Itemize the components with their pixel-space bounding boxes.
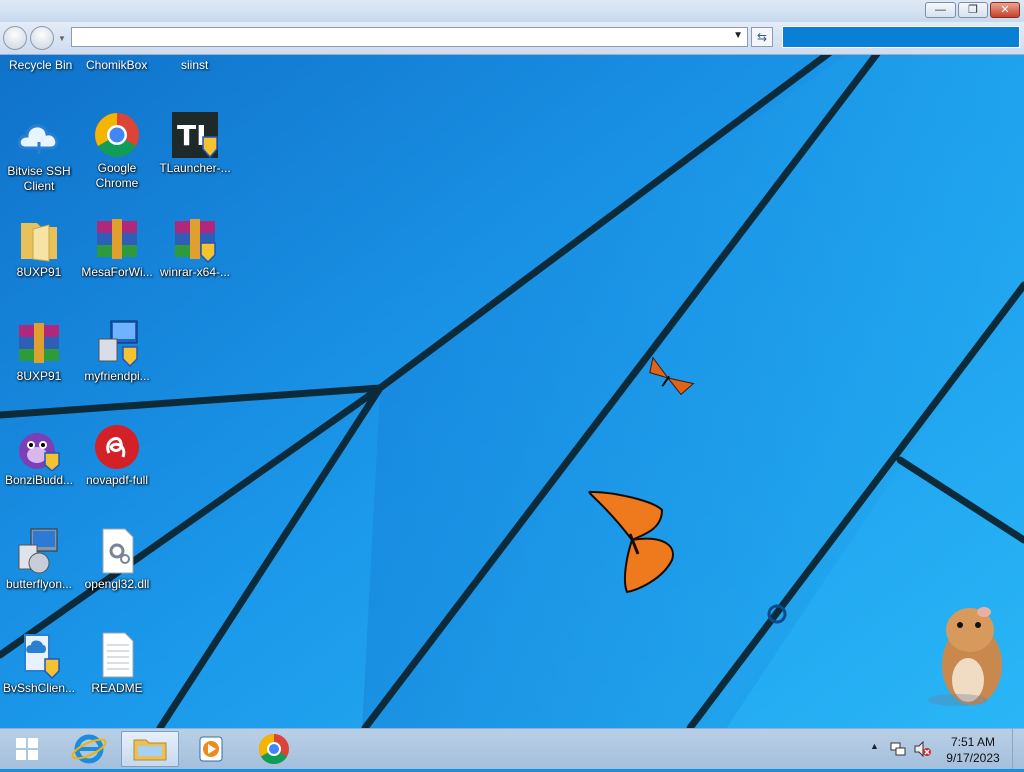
- taskbar-google-chrome[interactable]: [245, 731, 303, 767]
- windows-logo-icon: [16, 738, 38, 760]
- icon-label-line2: Chrome: [95, 176, 139, 190]
- refresh-button[interactable]: ⇆: [751, 27, 773, 47]
- explorer-title-bar: — ❐ ✕: [0, 0, 1024, 23]
- icon-label: README: [91, 681, 143, 695]
- clock-time[interactable]: 7:51 AM: [940, 735, 1006, 749]
- icon-label: TLauncher-...: [159, 161, 231, 175]
- desktop-icon-8uxp91-archive[interactable]: 8UXP91: [1, 319, 77, 384]
- explorer-navigation-bar: ▼ ▼ ⇆: [0, 22, 1024, 55]
- desktop-icon-mesaforwindows[interactable]: MesaForWi...: [79, 215, 155, 280]
- minimize-button[interactable]: —: [925, 2, 956, 18]
- folder-icon: [15, 215, 63, 263]
- desktop-icon-chomikbox[interactable]: ChomikBox: [86, 58, 147, 72]
- icon-label: novapdf-full: [85, 473, 149, 487]
- winrar-icon: [15, 319, 63, 367]
- desktop-icon-google-chrome[interactable]: Google Chrome: [79, 111, 155, 191]
- desktop-icon-novapdf-full[interactable]: novapdf-full: [79, 423, 155, 488]
- search-input[interactable]: [782, 26, 1020, 48]
- taskbar-file-explorer[interactable]: [121, 731, 179, 767]
- icon-label: winrar-x64-...: [159, 265, 230, 279]
- desktop-icon-readme[interactable]: README: [79, 631, 155, 696]
- chrome-icon: [258, 734, 289, 765]
- minimize-icon: —: [935, 4, 946, 16]
- icon-label: BonziBudd...: [4, 473, 74, 487]
- network-icon[interactable]: [890, 741, 906, 757]
- text-file-icon: [93, 631, 141, 679]
- desktop-icon-recycle-bin[interactable]: Recycle Bin: [9, 58, 72, 72]
- icon-label: myfriendpi...: [84, 369, 150, 383]
- icon-label: butterflyon...: [5, 577, 73, 591]
- forward-button[interactable]: [30, 26, 54, 50]
- recent-pages-dropdown-icon[interactable]: ▼: [58, 34, 66, 43]
- show-hidden-icons-button[interactable]: ▲: [870, 741, 879, 751]
- icon-label: Bitvise SSH: [7, 164, 71, 178]
- start-button[interactable]: [2, 731, 52, 767]
- taskbar-internet-explorer[interactable]: [60, 731, 118, 767]
- bvssh-installer-icon: [15, 631, 63, 680]
- winrar-icon: [171, 215, 219, 264]
- dll-file-icon: [93, 527, 141, 575]
- taskbar-media-player[interactable]: [182, 731, 240, 767]
- cloud-ssh-icon: [15, 114, 63, 162]
- icon-label: 8UXP91: [16, 265, 62, 279]
- desktop-icon-8uxp91-folder[interactable]: 8UXP91: [1, 215, 77, 280]
- desktop-icon-bonzibuddy[interactable]: BonziBudd...: [1, 423, 77, 488]
- icon-label: Google: [97, 161, 137, 175]
- close-icon: ✕: [1000, 4, 1010, 16]
- back-button[interactable]: [3, 26, 27, 50]
- bonzi-icon: [15, 423, 63, 472]
- icon-label: BvSshClien...: [2, 681, 76, 695]
- desktop-icon-myfriendpi[interactable]: myfriendpi...: [79, 319, 155, 384]
- address-bar[interactable]: ▼: [71, 27, 748, 47]
- volume-muted-icon[interactable]: [914, 740, 932, 758]
- winrar-icon: [93, 215, 141, 263]
- desktop-icon-bitvise-ssh-client[interactable]: Bitvise SSH Client: [1, 114, 77, 194]
- clock-date[interactable]: 9/17/2023: [940, 751, 1006, 765]
- installer-icon: [15, 527, 63, 575]
- chrome-icon: [93, 111, 141, 159]
- desktop-icon-opengl32-dll[interactable]: opengl32.dll: [79, 527, 155, 592]
- show-desktop-button[interactable]: [1012, 729, 1024, 769]
- tlauncher-icon: TL: [171, 111, 219, 159]
- folder-icon: [133, 739, 167, 761]
- desktop-icon-bvsshclient[interactable]: BvSshClien...: [1, 631, 77, 696]
- desktop-icon-siinst[interactable]: siinst: [181, 58, 208, 72]
- close-button[interactable]: ✕: [990, 2, 1020, 18]
- taskbar: ▲ 7:51 AM 9/17/2023: [0, 728, 1024, 769]
- desktop-icon-winrar-x64[interactable]: winrar-x64-...: [157, 215, 233, 280]
- restore-icon: ❐: [968, 4, 978, 16]
- installer-icon: [93, 319, 141, 368]
- icon-label: opengl32.dll: [84, 577, 150, 591]
- desktop-icon-butterflyon[interactable]: butterflyon...: [1, 527, 77, 592]
- icon-label: MesaForWi...: [81, 265, 153, 279]
- icon-label-line2: Client: [23, 179, 55, 193]
- desktop-icon-tlauncher[interactable]: TL TLauncher-...: [157, 111, 233, 176]
- address-dropdown-icon[interactable]: ▼: [733, 30, 743, 41]
- restore-button[interactable]: ❐: [958, 2, 988, 18]
- icon-label: 8UXP91: [16, 369, 62, 383]
- novapdf-icon: [93, 423, 141, 471]
- internet-explorer-icon: [71, 734, 107, 764]
- media-player-icon: [199, 736, 223, 762]
